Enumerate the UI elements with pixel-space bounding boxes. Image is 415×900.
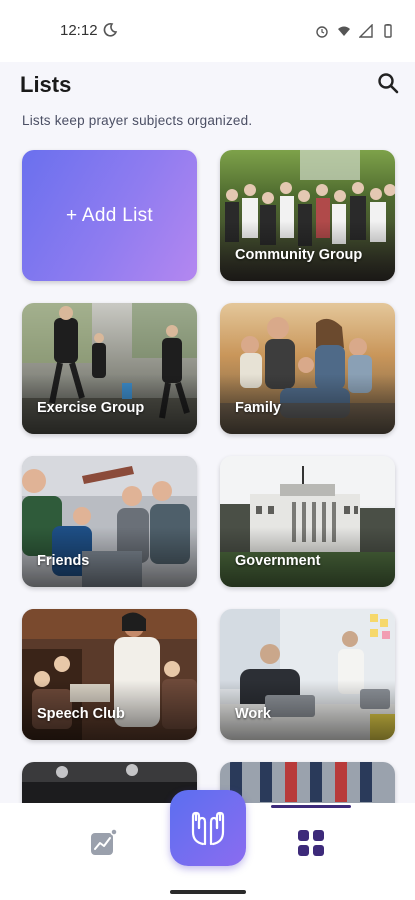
- list-card-government[interactable]: Government: [220, 456, 395, 587]
- alarm-icon: [316, 26, 328, 38]
- nav-active-indicator: [271, 805, 351, 808]
- list-card-speech-club[interactable]: Speech Club: [22, 609, 197, 740]
- list-card-exercise-group[interactable]: Exercise Group: [22, 303, 197, 434]
- stats-icon[interactable]: [88, 828, 118, 858]
- wifi-icon: [338, 26, 350, 36]
- search-icon[interactable]: [375, 70, 401, 96]
- home-indicator[interactable]: [170, 890, 246, 894]
- status-bar: 12:12: [0, 0, 415, 62]
- lists-grid: + Add List Community Group Exercise Grou…: [22, 150, 395, 893]
- list-card-friends[interactable]: Friends: [22, 456, 197, 587]
- page-subtitle: Lists keep prayer subjects organized.: [22, 113, 253, 128]
- status-time: 12:12: [60, 22, 98, 39]
- list-card-work[interactable]: Work: [220, 609, 395, 740]
- pray-button[interactable]: [170, 790, 246, 866]
- praying-hands-icon: [191, 811, 225, 846]
- header: Lists: [0, 62, 415, 112]
- list-card-family[interactable]: Family: [220, 303, 395, 434]
- signal-icon: [359, 24, 373, 38]
- list-card-label: Government: [235, 553, 321, 569]
- status-icons: [315, 24, 395, 38]
- list-card-label: Exercise Group: [37, 400, 145, 416]
- list-card-label: Speech Club: [37, 706, 125, 722]
- moon-icon: [103, 23, 118, 37]
- list-card-community-group[interactable]: Community Group: [220, 150, 395, 281]
- list-card-label: Community Group: [235, 247, 363, 263]
- add-list-label: + Add List: [66, 204, 153, 226]
- battery-icon: [384, 24, 392, 38]
- add-list-button[interactable]: + Add List: [22, 150, 197, 281]
- list-card-label: Friends: [37, 553, 90, 569]
- list-card-label: Family: [235, 400, 281, 416]
- page-title: Lists: [20, 72, 72, 97]
- grid-icon[interactable]: [296, 828, 326, 858]
- list-card-label: Work: [235, 706, 271, 722]
